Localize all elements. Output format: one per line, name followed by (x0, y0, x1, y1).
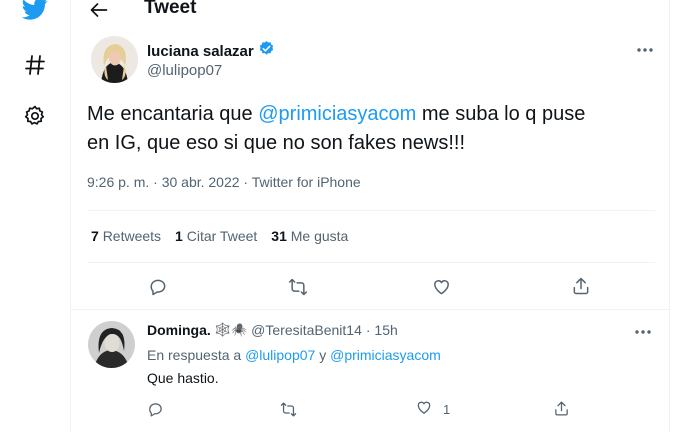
tweet-meta[interactable]: 9:26 p. m. · 30 abr. 2022 · Twitter for … (87, 174, 361, 190)
mention-link[interactable]: @primiciasyacom (258, 103, 416, 125)
likes-stat[interactable]: 31 Me gusta (271, 228, 348, 244)
tweet-stats: 7 Retweets 1 Citar Tweet 31 Me gusta (91, 228, 348, 244)
divider (71, 309, 671, 310)
retweet-icon[interactable] (285, 274, 311, 300)
left-nav (0, 0, 70, 432)
reply-icon[interactable] (145, 274, 171, 300)
back-arrow-icon[interactable] (85, 0, 113, 22)
retweets-stat[interactable]: 7 Retweets (91, 228, 161, 244)
twitter-bird-icon[interactable] (18, 0, 52, 26)
replying-to-and: y (319, 347, 327, 363)
verified-badge-icon (258, 40, 275, 62)
quote-tweets-stat[interactable]: 1 Citar Tweet (175, 228, 257, 244)
tweet-column: Tweet luciana salazar @lulipop07 Me enca… (70, 0, 671, 432)
divider (87, 210, 655, 211)
reply-reply-icon[interactable] (147, 399, 164, 419)
reply-author-handle[interactable]: @TeresitaBenit14 (251, 322, 362, 338)
likes-label: Me gusta (290, 228, 349, 244)
reply-author-name[interactable]: Dominga. (147, 322, 211, 338)
tweet-text: Me encantaria que @primiciasyacom me sub… (87, 100, 607, 158)
hashtag-icon[interactable] (18, 48, 52, 82)
likes-count: 31 (271, 228, 287, 244)
reply-retweet-icon[interactable] (279, 399, 298, 419)
app: Tweet luciana salazar @lulipop07 Me enca… (0, 0, 674, 432)
retweets-label: Retweets (102, 228, 162, 244)
divider (87, 262, 655, 263)
reply-timestamp[interactable]: · 15h (366, 322, 398, 338)
page-title: Tweet (144, 0, 197, 18)
replying-to-prefix: En respuesta a (147, 347, 242, 363)
reply-more-icon[interactable] (631, 324, 655, 340)
author-name[interactable]: luciana salazar (147, 43, 254, 60)
reply-author-row: Dominga. 🕸️🕷️ @TeresitaBenit14 · 15h (147, 322, 398, 338)
author-handle[interactable]: @lulipop07 (147, 62, 222, 79)
reply-like-button[interactable]: 1 (415, 399, 450, 419)
reply-avatar[interactable] (88, 321, 135, 368)
share-icon[interactable] (568, 273, 594, 299)
reply-like-count: 1 (443, 401, 451, 417)
avatar[interactable] (91, 36, 138, 83)
more-icon[interactable] (633, 42, 657, 58)
reply-share-icon[interactable] (553, 398, 570, 418)
quote-tweets-label: Citar Tweet (186, 228, 258, 244)
reply-author-emoji: 🕸️🕷️ (214, 322, 248, 337)
retweets-count: 7 (91, 228, 99, 244)
settings-gear-icon[interactable] (18, 99, 52, 133)
author-name-row: luciana salazar (147, 40, 275, 62)
replying-to-link-1[interactable]: @lulipop07 (245, 347, 315, 363)
like-icon[interactable] (428, 274, 454, 300)
header: Tweet (71, 0, 671, 22)
reply-text: Que hastio. (147, 370, 219, 386)
quote-tweets-count: 1 (175, 228, 183, 244)
replying-to: En respuesta a @lulipop07 y @primiciasya… (147, 347, 441, 363)
replying-to-link-2[interactable]: @primiciasyacom (330, 347, 441, 363)
reply-like-icon (415, 399, 433, 419)
tweet-text-start: Me encantaria que (87, 103, 259, 125)
